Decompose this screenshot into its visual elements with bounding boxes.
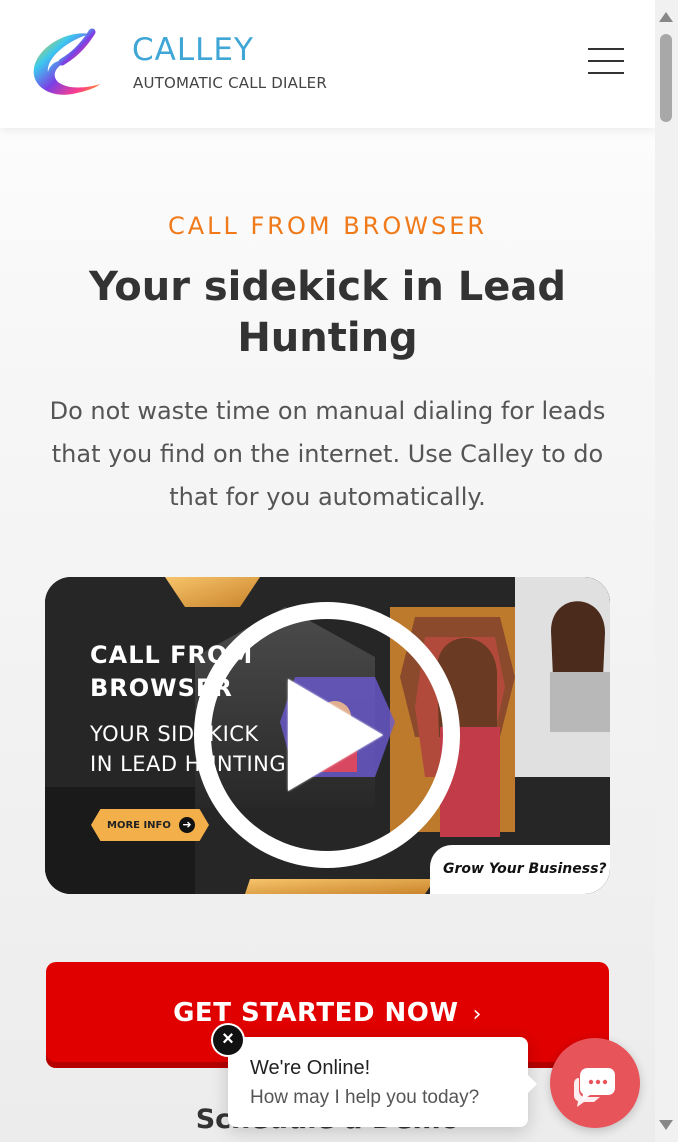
chevron-right-icon: › (472, 1002, 482, 1027)
hero-eyebrow: CALL FROM BROWSER (167, 212, 488, 240)
page-viewport: CALLEY AUTOMATIC CALL DIALER CALL FROM B… (0, 0, 655, 1142)
scroll-down-arrow-icon[interactable] (659, 1120, 673, 1130)
scroll-up-arrow-icon[interactable] (659, 12, 673, 22)
chat-greeting-title: We're Online! (250, 1057, 371, 1079)
close-icon[interactable]: × (213, 1025, 243, 1055)
menu-bar (588, 48, 624, 50)
scrollbar-thumb[interactable] (660, 34, 672, 122)
hero-lead-text: Do not waste time on manual dialing for … (49, 397, 606, 511)
hero-headline: Your sidekick in Lead Hunting (40, 262, 615, 364)
cta-text: GET STARTED NOW (173, 998, 459, 1028)
more-info-label: MORE INFO (107, 819, 171, 831)
hamburger-menu-icon[interactable] (586, 48, 626, 80)
more-info-button[interactable]: MORE INFO ➜ (91, 809, 209, 841)
calley-logo-icon[interactable] (28, 28, 104, 100)
chat-greeting[interactable]: We're Online! How may I help you today? (228, 1037, 537, 1127)
chat-greeting-subtitle: How may I help you today? (250, 1087, 480, 1108)
chat-bubble-icon (574, 1068, 615, 1107)
get-started-label: GET STARTED NOW › (46, 998, 609, 1028)
site-header: CALLEY AUTOMATIC CALL DIALER (0, 0, 655, 128)
video-tagline: Grow Your Business? (430, 845, 610, 894)
play-icon (288, 679, 383, 791)
arrow-right-icon: ➜ (179, 817, 195, 833)
headline-regular: Your sidekick in (88, 264, 458, 310)
brand-name[interactable]: CALLEY (132, 32, 254, 68)
video-thumbnail[interactable]: CALL FROM BROWSER YOUR SIDEKICK IN LEAD … (45, 577, 610, 894)
menu-bar (588, 60, 624, 62)
menu-bar (588, 72, 624, 74)
chat-launcher-button[interactable] (550, 1038, 640, 1128)
brand-tagline: AUTOMATIC CALL DIALER (133, 74, 327, 92)
page-scrollbar[interactable] (655, 0, 678, 1142)
